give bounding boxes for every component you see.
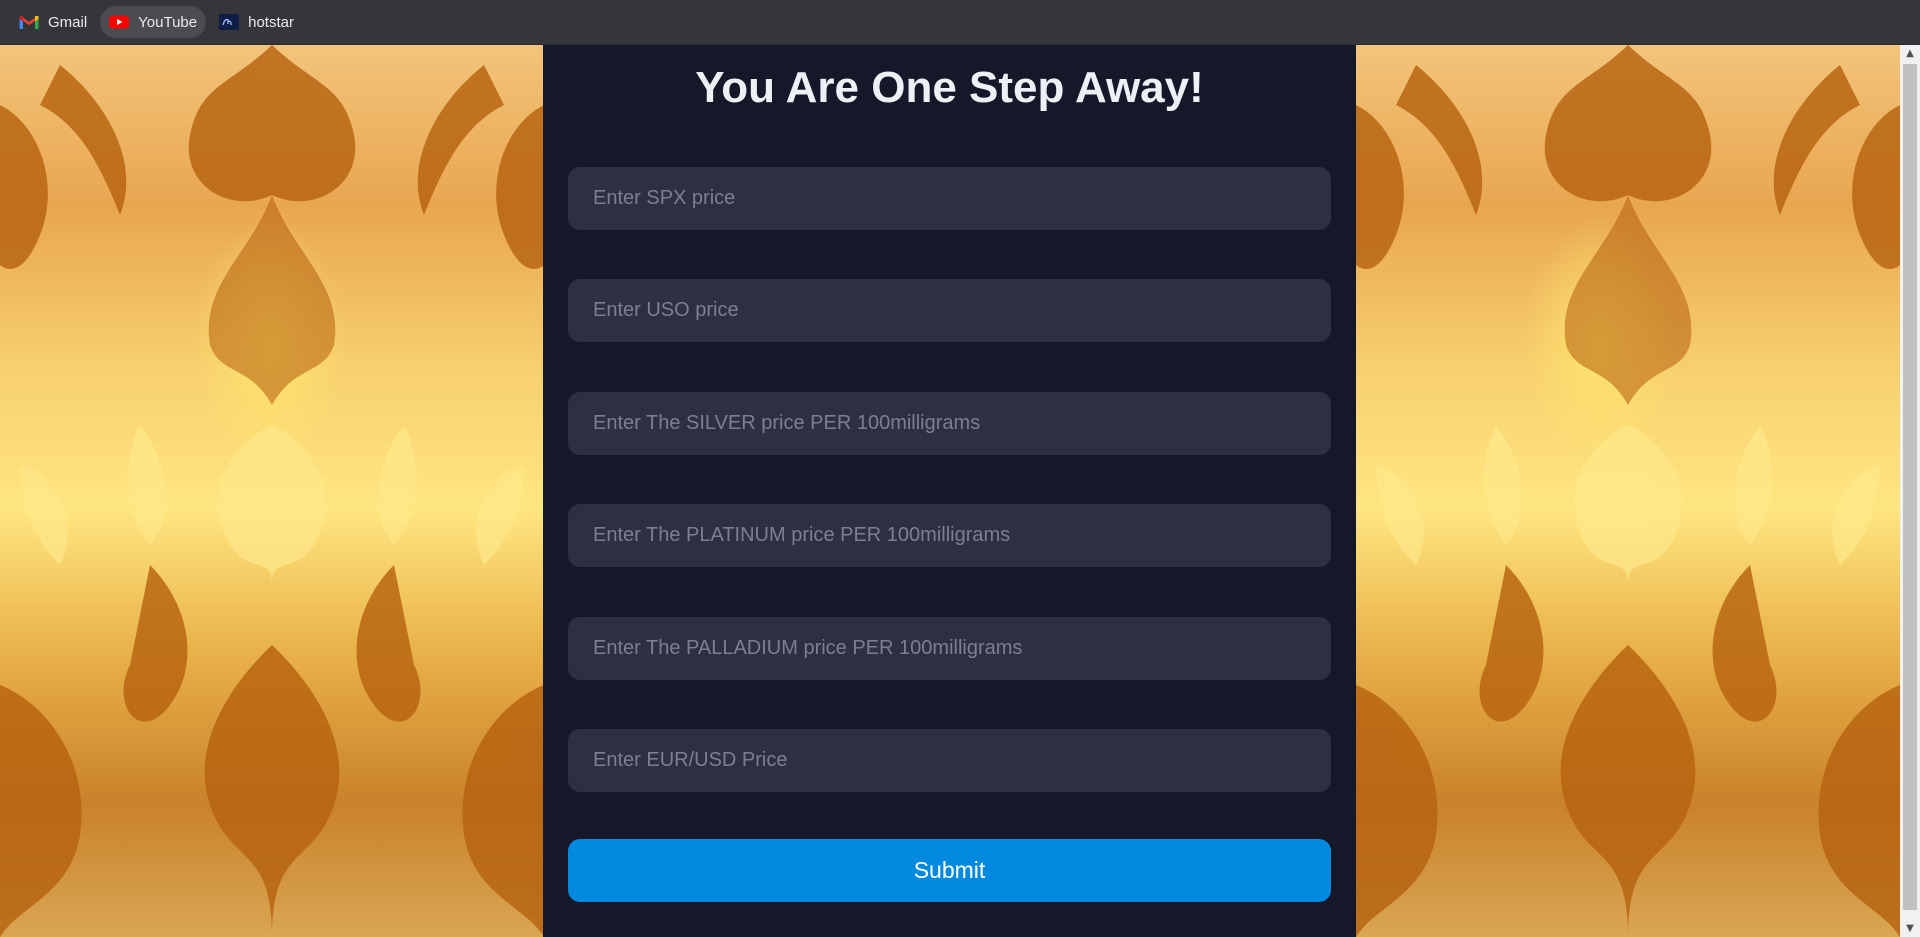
bookmark-label: YouTube — [138, 13, 198, 31]
spx-price-input[interactable] — [568, 167, 1331, 230]
palladium-price-input[interactable] — [568, 617, 1331, 680]
bookmark-youtube[interactable]: YouTube — [100, 6, 207, 38]
youtube-icon — [109, 14, 130, 30]
platinum-price-input[interactable] — [568, 504, 1331, 567]
scroll-up-arrow-icon[interactable]: ▲ — [1900, 45, 1920, 62]
scroll-down-arrow-icon[interactable]: ▼ — [1900, 920, 1920, 937]
bookmark-gmail[interactable]: Gmail — [10, 6, 96, 38]
damask-pattern-right — [1356, 45, 1900, 937]
gmail-icon — [19, 14, 39, 30]
silver-price-input[interactable] — [568, 392, 1331, 455]
bookmarks-bar: Gmail YouTube hotstar — [0, 0, 1920, 45]
damask-pattern-left — [0, 45, 544, 937]
uso-price-input[interactable] — [568, 279, 1331, 342]
bookmark-hotstar[interactable]: hotstar — [210, 6, 303, 38]
form-panel: You Are One Step Away! Submit — [543, 45, 1356, 937]
hotstar-icon — [219, 14, 240, 30]
submit-button[interactable]: Submit — [568, 839, 1331, 902]
scrollbar-thumb[interactable] — [1903, 64, 1917, 910]
bookmark-label: hotstar — [248, 13, 294, 31]
bookmark-label: Gmail — [48, 13, 88, 31]
eur-usd-price-input[interactable] — [568, 729, 1331, 792]
page-title: You Are One Step Away! — [695, 63, 1204, 112]
page-background: You Are One Step Away! Submit — [0, 45, 1900, 937]
vertical-scrollbar[interactable]: ▲ ▼ — [1900, 45, 1920, 937]
